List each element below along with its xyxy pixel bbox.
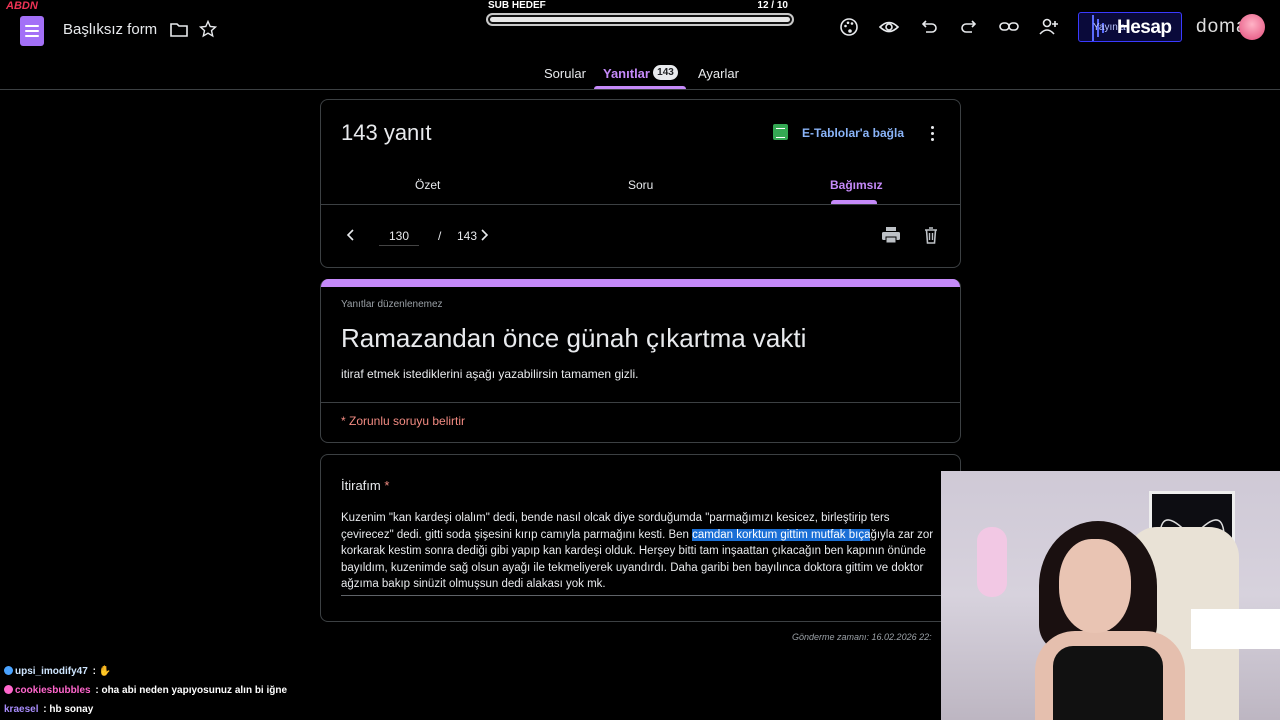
print-icon[interactable]	[881, 226, 901, 244]
streamer-top	[1053, 646, 1163, 720]
subtab-summary[interactable]: Özet	[415, 178, 440, 192]
add-collaborator-icon[interactable]	[1038, 16, 1060, 38]
form-header-card: Yanıtlar düzenlenemez Ramazandan önce gü…	[320, 279, 961, 443]
chat-message: cookiesbubbles : oha abi neden yapıyosun…	[4, 685, 287, 696]
account-avatar[interactable]	[1239, 14, 1265, 40]
top-bar: ABDN Başlıksız form SUB HEDEF 12 / 10 Ya…	[0, 0, 1280, 58]
current-response-input[interactable]: 130	[379, 229, 419, 246]
question-card: İtirafım * Kuzenim "kan kardeşi olalım" …	[320, 454, 961, 622]
answer-text[interactable]: Kuzenim "kan kardeşi olalım" dedi, bende…	[341, 510, 941, 596]
total-responses: 143	[457, 229, 478, 243]
chat-text: hb sonay	[49, 704, 94, 715]
responses-count-badge: 143	[653, 65, 678, 80]
sponsor-brand: Hesap	[1117, 17, 1172, 38]
responses-title: 143 yanıt	[341, 120, 432, 145]
pager-separator: /	[438, 229, 442, 243]
required-mark: *	[384, 478, 390, 493]
microphone	[977, 527, 1007, 597]
question-title-text: İtirafım	[341, 478, 381, 493]
palette-icon[interactable]	[838, 16, 860, 38]
streamer-face	[1059, 539, 1131, 633]
sub-goal-label: SUB HEDEF	[488, 0, 546, 11]
chat-username: cookiesbubbles	[15, 685, 91, 696]
tab-settings[interactable]: Ayarlar	[698, 66, 739, 81]
no-edit-note: Yanıtlar düzenlenemez	[341, 299, 443, 310]
next-response-icon[interactable]	[478, 227, 490, 243]
more-options-icon[interactable]	[925, 124, 941, 142]
chat-message: kraesel : hb sonay	[4, 704, 94, 715]
divider	[321, 204, 960, 205]
tab-questions[interactable]: Sorular	[544, 66, 586, 81]
preview-eye-icon[interactable]	[878, 16, 900, 38]
form-accent-bar	[321, 279, 960, 287]
chat-message: upsi_imodify47 : ✋	[4, 666, 111, 677]
chat-text: oha abi neden yapıyosunuz alın bi iğne	[101, 685, 288, 696]
redo-icon[interactable]	[958, 16, 980, 38]
moon-badge-icon	[4, 666, 13, 675]
chat-username: kraesel	[4, 704, 39, 715]
form-tabs: Sorular Yanıtlar 143 Ayarlar	[0, 58, 1280, 90]
sub-goal-count: 12 / 10	[757, 0, 788, 11]
subtab-individual[interactable]: Bağımsız	[830, 178, 883, 192]
divider	[321, 402, 960, 403]
subtab-question[interactable]: Soru	[628, 178, 653, 192]
forms-app-icon[interactable]	[20, 16, 44, 46]
required-note: * Zorunlu soruyu belirtir	[341, 414, 466, 428]
response-pager: 130 / 143	[341, 227, 501, 247]
sub-goal-fill	[490, 17, 790, 22]
question-title: İtirafım *	[341, 478, 389, 493]
moon-badge-icon	[4, 685, 13, 694]
undo-icon[interactable]	[918, 16, 940, 38]
tab-responses[interactable]: Yanıtlar	[603, 66, 650, 81]
previous-response-icon[interactable]	[345, 227, 357, 243]
form-heading: Ramazandan önce günah çıkartma vakti	[341, 323, 807, 353]
folder-icon[interactable]	[170, 21, 188, 37]
shelf	[1191, 609, 1280, 649]
sub-goal-track	[486, 13, 794, 26]
link-icon[interactable]	[998, 16, 1020, 38]
answer-selected-text: camdan korktum gittim mutfak bıça	[692, 528, 871, 541]
link-to-sheets-label: E-Tablolar'a bağla	[802, 126, 904, 140]
responses-card: 143 yanıt E-Tablolar'a bağla Özet Soru B…	[320, 99, 961, 268]
sheets-icon	[773, 124, 788, 140]
streamer-logo: ABDN	[6, 0, 38, 12]
chat-username: upsi_imodify47	[15, 666, 88, 677]
publish-button[interactable]: Yayınla Hesap	[1078, 12, 1182, 42]
sub-goal-overlay: SUB HEDEF 12 / 10	[484, 0, 796, 28]
star-icon[interactable]	[199, 20, 217, 38]
submitted-timestamp: Gönderme zamanı: 16.02.2026 22:	[792, 632, 932, 642]
delete-response-icon[interactable]	[922, 226, 940, 244]
chat-emote-icon: ✋	[98, 666, 112, 677]
streamer-webcam	[941, 471, 1280, 720]
form-description: itiraf etmek istediklerini aşağı yazabil…	[341, 367, 639, 381]
form-title[interactable]: Başlıksız form	[63, 21, 157, 38]
active-tab-indicator	[594, 86, 686, 89]
